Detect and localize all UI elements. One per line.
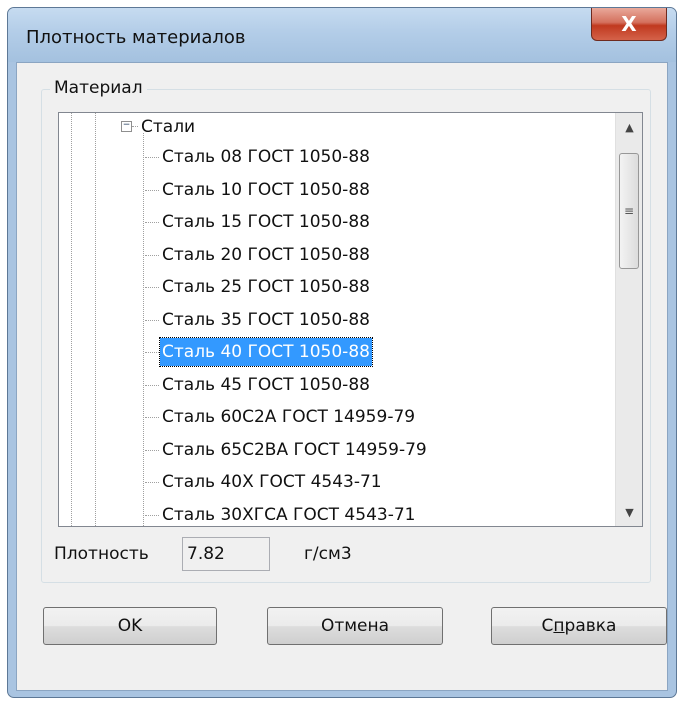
help-button-mnemonic: п	[553, 616, 565, 636]
help-button-label-suffix: равка	[564, 616, 617, 636]
tree-connector	[145, 449, 159, 451]
tree-node-steels[interactable]: Стали	[139, 113, 197, 141]
density-unit: г/см3	[304, 544, 352, 564]
tree-connector	[145, 384, 159, 386]
scroll-down-icon[interactable]: ▼	[616, 498, 642, 526]
tree-item[interactable]: Сталь 08 ГОСТ 1050-88	[160, 143, 372, 171]
close-icon: X	[621, 12, 637, 36]
tree-connector	[145, 352, 159, 353]
tree-item[interactable]: Сталь 30ХГСА ГОСТ 4543-71	[160, 501, 417, 527]
tree-item[interactable]: Сталь 20 ГОСТ 1050-88	[160, 241, 372, 269]
tree-connector	[145, 222, 159, 223]
tree-item[interactable]: Сталь 25 ГОСТ 1050-88	[160, 273, 372, 301]
tree-connector	[145, 319, 159, 321]
tree-connector	[145, 254, 159, 256]
collapse-icon[interactable]: −	[121, 121, 132, 132]
dialog-window: Плотность материалов X Материал − Стали …	[7, 7, 677, 698]
dialog-client-area: Материал − Стали Сталь 08 ГОСТ 1050-88 Ст…	[16, 62, 668, 691]
tree-connector	[145, 157, 159, 158]
close-button[interactable]: X	[591, 8, 667, 41]
tree-item[interactable]: Сталь 10 ГОСТ 1050-88	[160, 176, 372, 204]
ok-button[interactable]: OK	[43, 607, 217, 645]
tree-item[interactable]: Сталь 35 ГОСТ 1050-88	[160, 306, 372, 334]
help-button[interactable]: Сп равка	[491, 607, 667, 645]
density-value-field[interactable]: 7.82	[182, 537, 270, 571]
tree-connector	[132, 126, 138, 127]
scrollbar-thumb[interactable]: ≡	[619, 153, 639, 269]
material-groupbox: Материал − Стали Сталь 08 ГОСТ 1050-88 Ст…	[41, 78, 651, 583]
tree-item[interactable]: Сталь 40Х ГОСТ 4543-71	[160, 468, 384, 496]
vertical-scrollbar[interactable]: ▲ ≡ ▼	[615, 113, 642, 526]
tree-item[interactable]: Сталь 45 ГОСТ 1050-88	[160, 371, 372, 399]
help-button-label-prefix: С	[541, 616, 554, 636]
material-tree[interactable]: − Стали Сталь 08 ГОСТ 1050-88 Сталь 10 ГО…	[58, 112, 643, 527]
tree-guide-line	[143, 133, 144, 526]
density-label: Плотность	[54, 544, 149, 564]
tree-connector	[145, 417, 159, 418]
window-title: Плотность материалов	[26, 27, 246, 48]
tree-connector	[145, 287, 159, 288]
tree-guide-line	[95, 113, 96, 526]
title-bar[interactable]: Плотность материалов X	[8, 8, 676, 62]
scroll-up-icon[interactable]: ▲	[616, 113, 642, 141]
tree-guide-line	[71, 113, 72, 526]
tree-item[interactable]: Сталь 15 ГОСТ 1050-88	[160, 208, 372, 236]
tree-item[interactable]: Сталь 60С2А ГОСТ 14959-79	[160, 403, 417, 431]
tree-item[interactable]: Сталь 40 ГОСТ 1050-88	[159, 337, 373, 367]
tree-connector	[145, 482, 159, 483]
tree-connector	[145, 514, 159, 516]
material-group-label: Материал	[50, 78, 147, 98]
cancel-button[interactable]: Отмена	[267, 607, 443, 645]
tree-item[interactable]: Сталь 65С2ВА ГОСТ 14959-79	[160, 436, 429, 464]
tree-connector	[145, 189, 159, 191]
